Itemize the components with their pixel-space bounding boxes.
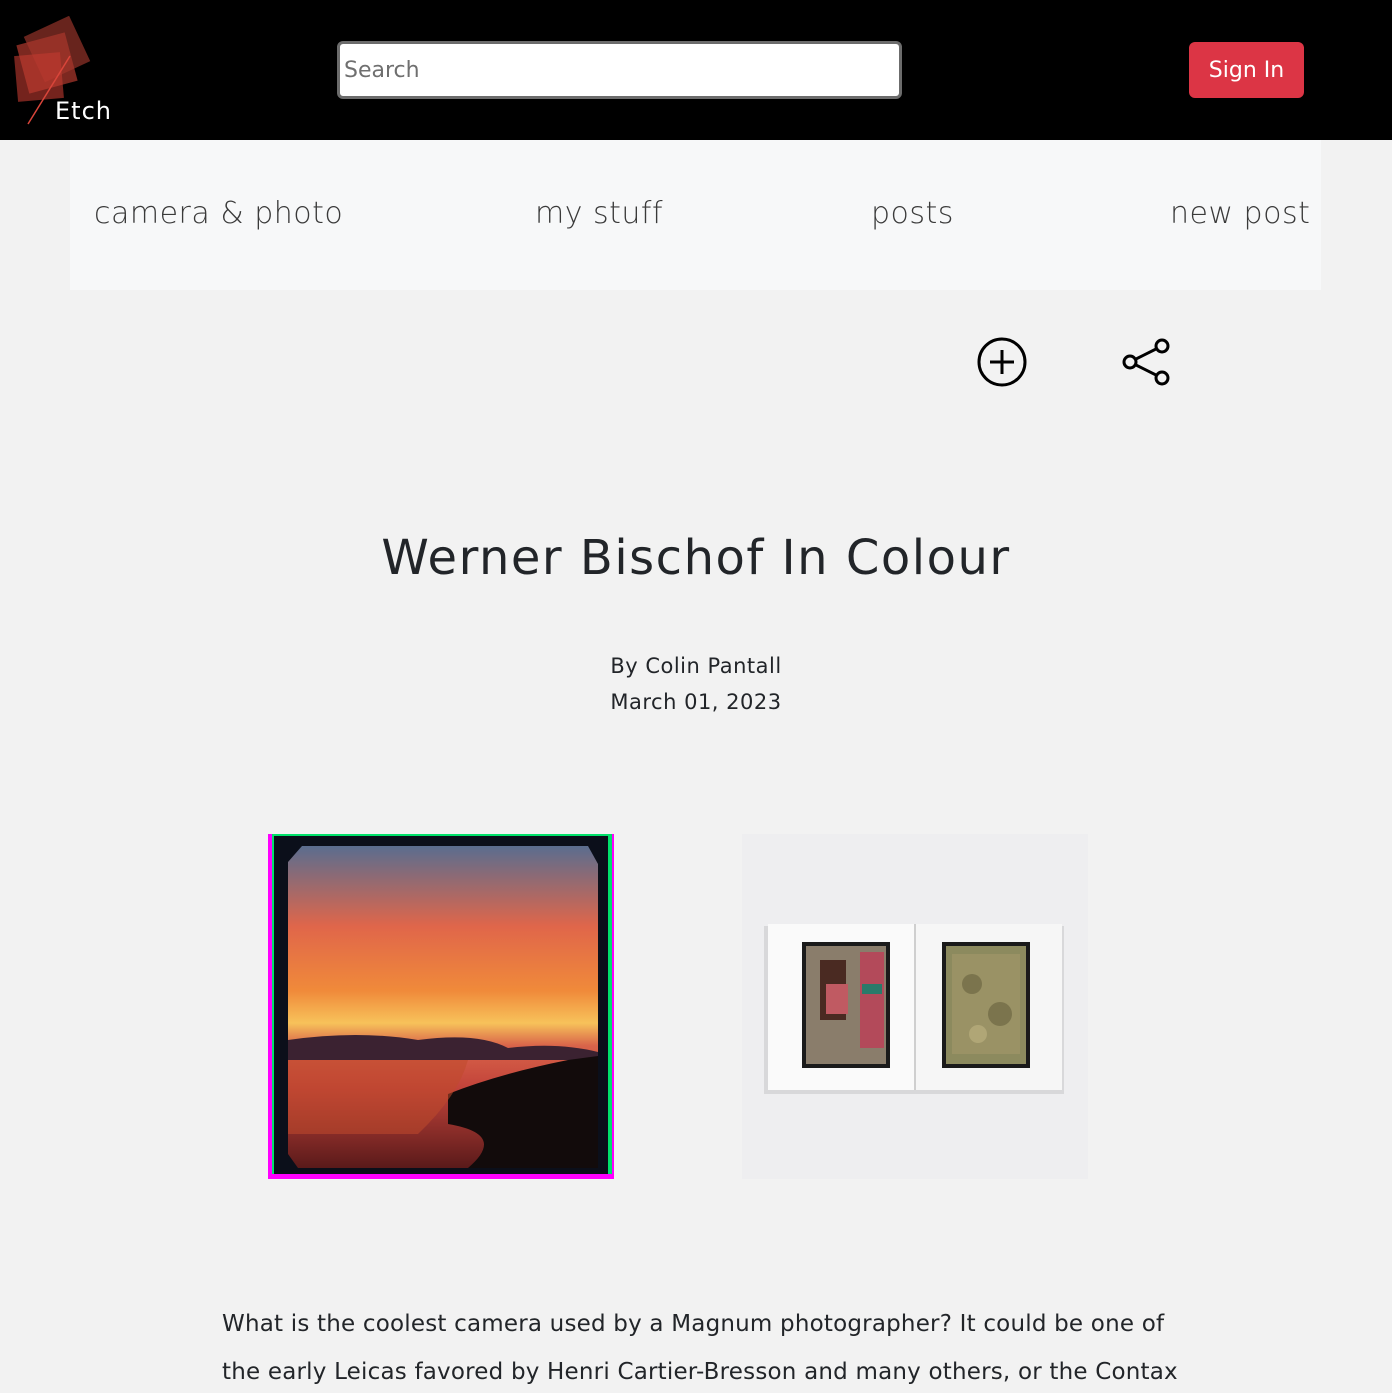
nav-item-new-post[interactable]: new post [1170,196,1310,231]
sign-in-button[interactable]: Sign In [1189,42,1304,98]
article-byline: By Colin Pantall March 01, 2023 [0,648,1392,720]
article-author[interactable]: By Colin Pantall [0,648,1392,684]
logo-text[interactable]: Etch [55,97,112,125]
plus-circle-icon[interactable] [976,336,1028,388]
nav-item-camera-photo[interactable]: camera & photo [94,196,343,231]
book-spread-photo[interactable] [742,834,1088,1179]
search-input[interactable] [337,41,902,99]
top-bar: Etch Sign In [0,0,1392,140]
nav-item-posts[interactable]: posts [871,196,954,231]
share-icon[interactable] [1120,336,1172,388]
sunset-photo[interactable] [268,834,614,1179]
article-title: Werner Bischof In Colour [381,530,1011,586]
nav-item-my-stuff[interactable]: my stuff [535,196,663,231]
article-body: What is the coolest camera used by a Mag… [222,1311,1178,1385]
category-nav: camera & photo my stuff posts new post [70,140,1321,290]
article-date: March 01, 2023 [610,690,782,714]
